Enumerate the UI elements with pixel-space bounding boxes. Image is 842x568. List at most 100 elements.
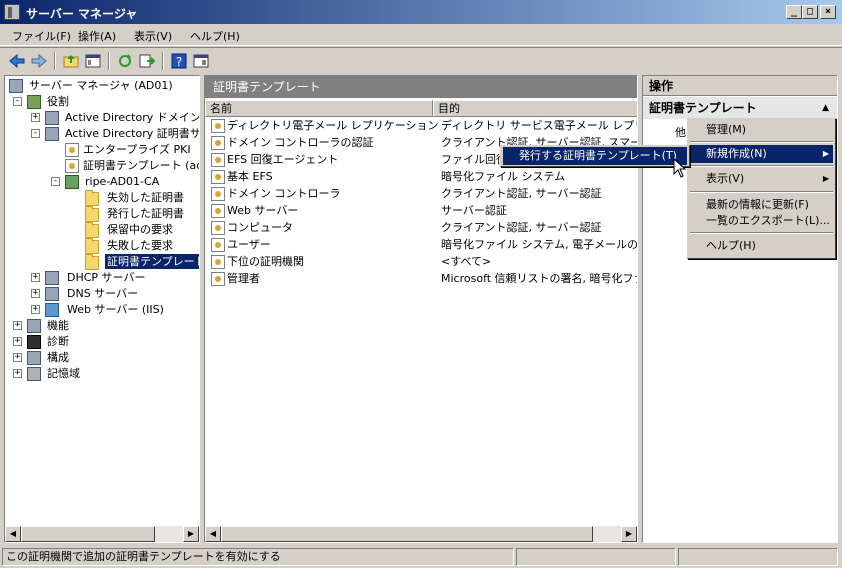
up-folder-icon[interactable] bbox=[62, 52, 80, 70]
menu-action[interactable]: 操作(A) bbox=[78, 28, 116, 44]
menu-item-help[interactable]: ヘルプ(H) bbox=[690, 237, 833, 255]
submenu-arrow-icon: ▶ bbox=[822, 149, 829, 158]
features-icon bbox=[27, 319, 41, 333]
actions-subtitle[interactable]: 証明書テンプレート ▲ bbox=[643, 97, 837, 119]
menu-item-new[interactable]: 新規作成(N) ▶ bbox=[690, 145, 833, 163]
list-item-name: 管理者 bbox=[227, 272, 260, 285]
expand-icon[interactable]: + bbox=[31, 273, 40, 282]
certificate-template-icon bbox=[211, 136, 225, 150]
tree-item-revoked[interactable]: 失効した証明書 bbox=[9, 190, 199, 206]
certificate-template-icon bbox=[211, 255, 225, 269]
tree-item-storage[interactable]: + 記憶域 bbox=[9, 366, 199, 382]
scroll-left-button[interactable]: ◀ bbox=[5, 526, 21, 542]
tree-item-ad-domain[interactable]: + Active Directory ドメイン サ bbox=[9, 110, 199, 126]
collapse-icon[interactable]: - bbox=[13, 97, 22, 106]
tree-item-failed[interactable]: 失敗した要求 bbox=[9, 238, 199, 254]
list-item[interactable]: Web サーバー サーバー認証 bbox=[205, 203, 637, 220]
column-header-name[interactable]: 名前 bbox=[205, 100, 433, 117]
close-button[interactable]: × bbox=[820, 5, 836, 19]
diagnostics-icon bbox=[27, 335, 41, 349]
menu-file[interactable]: ファイル(F) bbox=[12, 28, 71, 44]
tree-item-label: Active Directory 証明書サ bbox=[65, 127, 200, 140]
menu-item-export[interactable]: 一覧のエクスポート(L)... bbox=[690, 212, 833, 230]
server-icon bbox=[9, 79, 23, 93]
list-item[interactable]: ドメイン コントローラ クライアント認証, サーバー認証 bbox=[205, 186, 637, 203]
tree-item-ca[interactable]: - ripe-AD01-CA bbox=[9, 174, 199, 190]
back-arrow-icon[interactable] bbox=[8, 52, 26, 70]
tree-item-web[interactable]: + Web サーバー (IIS) bbox=[9, 302, 199, 318]
help-icon[interactable]: ? bbox=[170, 52, 188, 70]
refresh-icon[interactable] bbox=[116, 52, 134, 70]
roles-icon bbox=[27, 95, 41, 109]
collapse-icon[interactable]: - bbox=[31, 129, 40, 138]
list-item-name: ドメイン コントローラ bbox=[227, 187, 341, 200]
forward-arrow-icon[interactable] bbox=[30, 52, 48, 70]
tree-item-label: 失敗した要求 bbox=[107, 239, 173, 252]
scroll-thumb[interactable] bbox=[221, 526, 593, 542]
certificate-template-icon bbox=[211, 153, 225, 167]
tree-item-enterprise-pki[interactable]: エンタープライズ PKI bbox=[9, 142, 199, 158]
collapse-icon[interactable]: - bbox=[51, 177, 60, 186]
tree-root-label: サーバー マネージャ (AD01) bbox=[29, 79, 173, 92]
menu-view[interactable]: 表示(V) bbox=[134, 28, 172, 44]
expand-icon[interactable]: + bbox=[13, 337, 22, 346]
tree-horizontal-scrollbar[interactable]: ◀ ▶ bbox=[5, 526, 199, 542]
show-hide-tree-icon[interactable] bbox=[84, 52, 102, 70]
menu-item-view[interactable]: 表示(V) ▶ bbox=[690, 170, 833, 188]
folder-icon bbox=[85, 254, 99, 270]
certificate-template-icon bbox=[211, 187, 225, 201]
tree-item-roles[interactable]: - 役割 bbox=[9, 94, 189, 110]
list-item[interactable]: コンピュータ クライアント認証, サーバー認証 bbox=[205, 220, 637, 237]
tree-item-diagnostics[interactable]: + 診断 bbox=[9, 334, 199, 350]
expand-icon[interactable]: + bbox=[13, 321, 22, 330]
menu-separator bbox=[690, 165, 833, 167]
collapse-arrow-icon[interactable]: ▲ bbox=[822, 97, 829, 119]
menu-item-manage[interactable]: 管理(M) bbox=[690, 121, 833, 139]
scroll-right-button[interactable]: ▶ bbox=[621, 526, 637, 542]
status-panel-2 bbox=[516, 548, 676, 566]
expand-icon[interactable]: + bbox=[31, 305, 40, 314]
menu-item-issue-template[interactable]: 発行する証明書テンプレート(T) bbox=[503, 147, 687, 165]
context-submenu: 発行する証明書テンプレート(T) bbox=[500, 145, 690, 167]
other-actions-label[interactable]: 他 bbox=[675, 124, 686, 140]
list-item[interactable]: ディレクトリ電子メール レプリケーションディレクトリ サービス電子メール レプリ… bbox=[205, 118, 637, 135]
tree-item-label: 役割 bbox=[47, 95, 69, 108]
server-manager-icon bbox=[4, 4, 20, 20]
tree-item-issued[interactable]: 発行した証明書 bbox=[9, 206, 199, 222]
expand-icon[interactable]: + bbox=[13, 353, 22, 362]
list-item[interactable]: 下位の証明機関 <すべて> bbox=[205, 254, 637, 271]
tree-item-features[interactable]: + 機能 bbox=[9, 318, 199, 334]
list-item[interactable]: 管理者 Microsoft 信頼リストの署名, 暗号化ファイ bbox=[205, 271, 637, 288]
tree-item-templates[interactable]: 証明書テンプレート bbox=[9, 254, 199, 270]
minimize-button[interactable]: _ bbox=[786, 5, 802, 19]
column-header-purpose[interactable]: 目的 bbox=[433, 100, 637, 117]
certificate-template-icon bbox=[211, 221, 225, 235]
properties-icon[interactable] bbox=[192, 52, 210, 70]
expand-icon[interactable]: + bbox=[13, 369, 22, 378]
tree-item-dhcp[interactable]: + DHCP サーバー bbox=[9, 270, 199, 286]
list-item[interactable]: ユーザー 暗号化ファイル システム, 電子メールの保譜 bbox=[205, 237, 637, 254]
expand-icon[interactable]: + bbox=[31, 113, 40, 122]
export-list-icon[interactable] bbox=[138, 52, 156, 70]
certificate-template-icon bbox=[211, 272, 225, 286]
scroll-thumb[interactable] bbox=[21, 526, 155, 542]
tree-item-ad-cs[interactable]: - Active Directory 証明書サ bbox=[9, 126, 199, 142]
menu-help[interactable]: ヘルプ(H) bbox=[190, 28, 240, 44]
list-item-purpose: ディレクトリ サービス電子メール レプリケーシ bbox=[441, 119, 637, 132]
certificate-icon bbox=[65, 159, 79, 173]
tree-item-config[interactable]: + 構成 bbox=[9, 350, 199, 366]
tree-item-pending[interactable]: 保留中の要求 bbox=[9, 222, 199, 238]
tree-item-cert-templates-ad[interactable]: 証明書テンプレート (ad bbox=[9, 158, 199, 174]
toolbar-separator bbox=[108, 52, 110, 70]
list-horizontal-scrollbar[interactable]: ◀ ▶ bbox=[205, 526, 637, 542]
maximize-button[interactable]: □ bbox=[802, 5, 818, 19]
menu-separator bbox=[690, 232, 833, 234]
tree-item-label: DHCP サーバー bbox=[67, 271, 146, 284]
tree-pane: サーバー マネージャ (AD01) - 役割 + Active Director… bbox=[4, 75, 200, 543]
scroll-left-button[interactable]: ◀ bbox=[205, 526, 221, 542]
list-pane-header: 証明書テンプレート bbox=[205, 76, 637, 98]
expand-icon[interactable]: + bbox=[31, 289, 40, 298]
scroll-right-button[interactable]: ▶ bbox=[183, 526, 199, 542]
tree-item-dns[interactable]: + DNS サーバー bbox=[9, 286, 199, 302]
list-item[interactable]: 基本 EFS 暗号化ファイル システム bbox=[205, 169, 637, 186]
